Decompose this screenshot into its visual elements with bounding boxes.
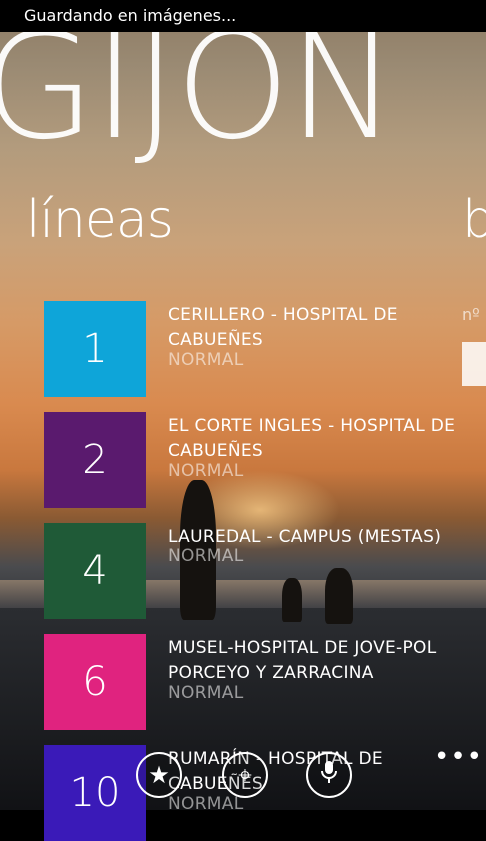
section-title[interactable]: líneas <box>26 190 174 250</box>
line-number-tile: 10 <box>44 745 146 841</box>
line-item[interactable]: 6 MUSEL-HOSPITAL DE JOVE-POL PORCEYO Y Z… <box>44 634 464 730</box>
line-type: NORMAL <box>168 350 244 370</box>
line-name: EL CORTE INGLES - HOSPITAL DE CABUEÑES <box>168 416 456 461</box>
line-number-tile: 2 <box>44 412 146 508</box>
star-icon: ★ <box>148 761 170 789</box>
line-number-tile: 4 <box>44 523 146 619</box>
line-number-tile: 6 <box>44 634 146 730</box>
next-section-title[interactable]: b <box>462 190 486 250</box>
line-name: MUSEL-HOSPITAL DE JOVE-POL PORCEYO Y ZAR… <box>168 638 437 683</box>
line-item[interactable]: 4 LAUREDAL - CAMPUS (MESTAS) NORMAL <box>44 523 464 619</box>
voice-search-button[interactable] <box>306 752 352 798</box>
line-item[interactable]: 2 EL CORTE INGLES - HOSPITAL DE CABUEÑES… <box>44 412 464 508</box>
line-type: NORMAL <box>168 794 244 814</box>
status-bar: Guardando en imágenes... <box>0 0 486 32</box>
more-options-button[interactable]: ••• <box>434 742 483 772</box>
app-title: GIJON <box>0 2 397 172</box>
line-item[interactable]: 1 CERILLERO - HOSPITAL DE CABUEÑES NORMA… <box>44 301 464 397</box>
locate-button[interactable]: ⌖ <box>222 752 268 798</box>
status-text: Guardando en imágenes... <box>24 6 237 25</box>
line-type: NORMAL <box>168 461 244 481</box>
microphone-icon <box>320 760 338 790</box>
locate-icon: ⌖ <box>238 761 252 789</box>
favorites-button[interactable]: ★ <box>136 752 182 798</box>
line-type: NORMAL <box>168 546 244 566</box>
line-type: NORMAL <box>168 683 244 703</box>
microphone-svg <box>321 761 337 783</box>
line-number-tile: 1 <box>44 301 146 397</box>
line-name: CERILLERO - HOSPITAL DE CABUEÑES <box>168 305 398 350</box>
